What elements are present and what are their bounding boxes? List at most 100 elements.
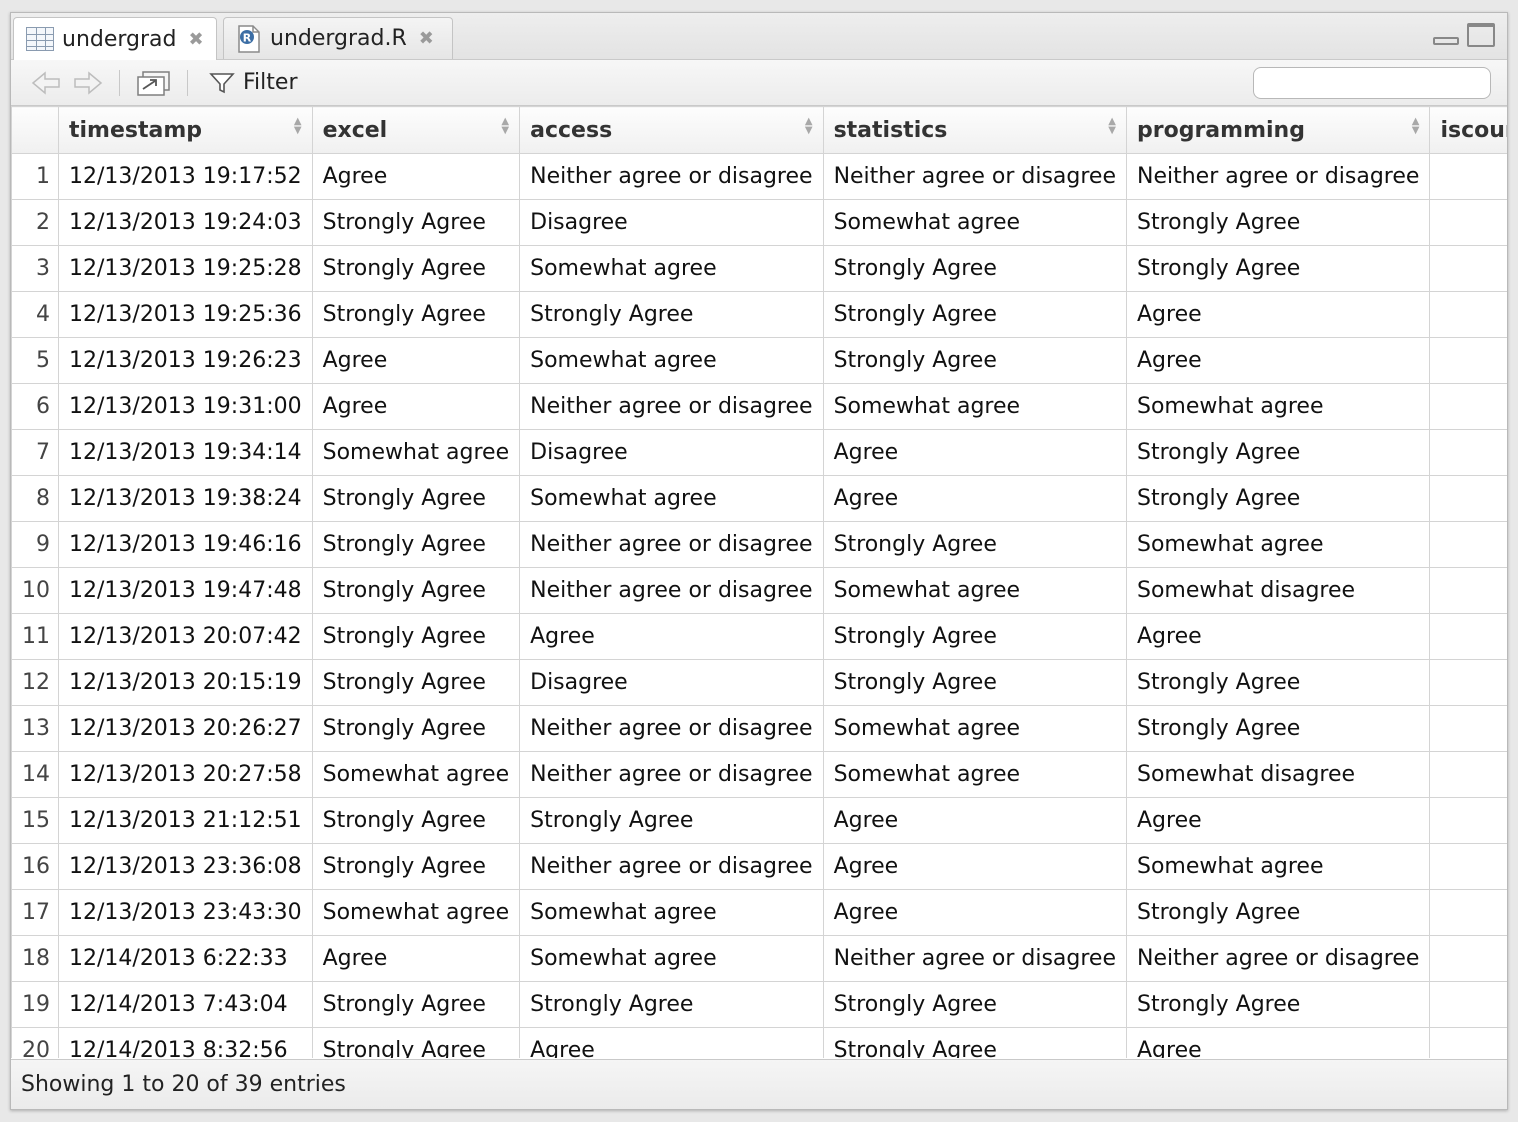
- row-number: 4: [11, 291, 59, 338]
- table-row[interactable]: 9 12/13/2013 19:46:16 Strongly Agree Neithe…: [11, 521, 1507, 568]
- cell-iscourse: 6: [1429, 337, 1507, 384]
- table-row[interactable]: 7 12/13/2013 19:34:14 Somewhat agree Disagr…: [11, 429, 1507, 476]
- cell-excel: Strongly Agree: [311, 291, 521, 338]
- cell-excel: Strongly Agree: [311, 659, 521, 706]
- cell-timestamp: 12/14/2013 7:43:04: [58, 981, 313, 1028]
- data-table: timestamp ▲ ▼ excel ▲ ▼ access ▲ ▼ statistics ▲ ▼ pr…: [11, 106, 1507, 1058]
- cell-iscourse: 1: [1429, 705, 1507, 752]
- cell-statistics: Somewhat agree: [822, 567, 1128, 614]
- cell-iscourse: 4: [1429, 889, 1507, 936]
- table-row[interactable]: 5 12/13/2013 19:26:23 Agree Somewhat agree S…: [11, 337, 1507, 384]
- close-tab-icon[interactable]: ✖: [189, 29, 204, 50]
- table-row[interactable]: 4 12/13/2013 19:25:36 Strongly Agree Strong…: [11, 291, 1507, 338]
- row-number: 5: [11, 337, 59, 384]
- search-input[interactable]: [1270, 71, 1506, 95]
- cell-timestamp: 12/13/2013 19:24:03: [58, 199, 313, 246]
- table-row[interactable]: 6 12/13/2013 19:31:00 Agree Neither agree o…: [11, 383, 1507, 430]
- table-row[interactable]: 8 12/13/2013 19:38:24 Strongly Agree Somewh…: [11, 475, 1507, 522]
- cell-statistics: Agree: [822, 889, 1128, 936]
- table-row[interactable]: 3 12/13/2013 19:25:28 Strongly Agree Somewh…: [11, 245, 1507, 292]
- sort-arrows-icon[interactable]: ▲ ▼: [294, 117, 302, 136]
- cell-access: Somewhat agree: [519, 935, 824, 982]
- cell-statistics: Strongly Agree: [822, 245, 1128, 292]
- cell-excel: Strongly Agree: [311, 521, 521, 568]
- cell-programming: Somewhat disagree: [1125, 751, 1431, 798]
- table-row[interactable]: 20 12/14/2013 8:32:56 Strongly Agree Agree S…: [11, 1027, 1507, 1058]
- cell-excel: Somewhat agree: [311, 889, 521, 936]
- popout-window-icon: [137, 70, 170, 96]
- column-header-label: programming: [1137, 117, 1305, 143]
- table-row[interactable]: 15 12/13/2013 21:12:51 Strongly Agree Stron…: [11, 797, 1507, 844]
- entries-status: Showing 1 to 20 of 39 entries: [21, 1072, 346, 1097]
- cell-iscourse: 1: [1429, 429, 1507, 476]
- cell-timestamp: 12/13/2013 19:26:23: [58, 337, 313, 384]
- search-box[interactable]: [1253, 67, 1506, 99]
- tab-undergrad-r[interactable]: R undergrad.R ✖: [223, 17, 453, 59]
- column-header-statistics[interactable]: statistics ▲ ▼: [822, 106, 1128, 154]
- filter-label: Filter: [243, 70, 298, 95]
- sort-arrows-icon[interactable]: ▲ ▼: [1412, 117, 1420, 136]
- cell-iscourse: 5: [1429, 1027, 1507, 1058]
- column-header-programming[interactable]: programming ▲ ▼: [1125, 106, 1431, 154]
- cell-iscourse: 7: [1429, 475, 1507, 522]
- minimize-icon[interactable]: [1433, 37, 1459, 45]
- row-number: 14: [11, 751, 59, 798]
- table-row[interactable]: 13 12/13/2013 20:26:27 Strongly Agree Neith…: [11, 705, 1507, 752]
- svg-text:R: R: [243, 31, 252, 44]
- table-row[interactable]: 2 12/13/2013 19:24:03 Strongly Agree Disagr…: [11, 199, 1507, 246]
- cell-statistics: Somewhat agree: [822, 383, 1128, 430]
- cell-statistics: Somewhat agree: [822, 199, 1128, 246]
- cell-access: Neither agree or disagree: [519, 153, 824, 200]
- sort-arrows-icon[interactable]: ▲ ▼: [501, 117, 509, 136]
- maximize-icon[interactable]: [1467, 23, 1495, 47]
- row-number: 13: [11, 705, 59, 752]
- cell-access: Neither agree or disagree: [519, 705, 824, 752]
- table-row[interactable]: 12 12/13/2013 20:15:19 Strongly Agree Disag…: [11, 659, 1507, 706]
- cell-iscourse: 1: [1429, 291, 1507, 338]
- sort-arrows-icon[interactable]: ▲ ▼: [805, 117, 813, 136]
- cell-excel: Strongly Agree: [311, 567, 521, 614]
- show-in-window-button[interactable]: [135, 60, 173, 105]
- back-button[interactable]: [31, 60, 61, 105]
- forward-button[interactable]: [73, 60, 103, 105]
- cell-iscourse: 3: [1429, 521, 1507, 568]
- cell-excel: Somewhat agree: [311, 429, 521, 476]
- filter-button[interactable]: Filter: [209, 60, 297, 105]
- row-number: 16: [11, 843, 59, 890]
- table-row[interactable]: 14 12/13/2013 20:27:58 Somewhat agree Neith…: [11, 751, 1507, 798]
- cell-access: Strongly Agree: [519, 981, 824, 1028]
- cell-excel: Strongly Agree: [311, 475, 521, 522]
- table-row[interactable]: 16 12/13/2013 23:36:08 Strongly Agree Neith…: [11, 843, 1507, 890]
- table-row[interactable]: 18 12/14/2013 6:22:33 Agree Somewhat agree N…: [11, 935, 1507, 982]
- cell-programming: Strongly Agree: [1125, 199, 1431, 246]
- row-number: 11: [11, 613, 59, 660]
- cell-iscourse: 5: [1429, 935, 1507, 982]
- cell-timestamp: 12/13/2013 19:25:28: [58, 245, 313, 292]
- cell-timestamp: 12/13/2013 19:34:14: [58, 429, 313, 476]
- cell-timestamp: 12/14/2013 6:22:33: [58, 935, 313, 982]
- cell-timestamp: 12/13/2013 23:36:08: [58, 843, 313, 890]
- table-row[interactable]: 11 12/13/2013 20:07:42 Strongly Agree Agree…: [11, 613, 1507, 660]
- column-header-timestamp[interactable]: timestamp ▲ ▼: [58, 106, 313, 154]
- cell-access: Neither agree or disagree: [519, 843, 824, 890]
- cell-access: Strongly Agree: [519, 797, 824, 844]
- column-header-access[interactable]: access ▲ ▼: [519, 106, 824, 154]
- tab-undergrad[interactable]: undergrad ✖: [13, 17, 217, 60]
- row-number: 20: [11, 1027, 59, 1058]
- column-header-excel[interactable]: excel ▲ ▼: [311, 106, 521, 154]
- sort-arrows-icon[interactable]: ▲ ▼: [1108, 117, 1116, 136]
- row-number-header: [11, 106, 59, 154]
- cell-statistics: Agree: [822, 797, 1128, 844]
- table-row[interactable]: 10 12/13/2013 19:47:48 Strongly Agree Neith…: [11, 567, 1507, 614]
- table-row[interactable]: 17 12/13/2013 23:43:30 Somewhat agree Somew…: [11, 889, 1507, 936]
- cell-iscourse: 4: [1429, 245, 1507, 292]
- cell-access: Somewhat agree: [519, 475, 824, 522]
- column-header-iscourse[interactable]: iscourse: [1429, 106, 1507, 154]
- close-tab-icon[interactable]: ✖: [419, 28, 434, 49]
- table-row[interactable]: 19 12/14/2013 7:43:04 Strongly Agree Strong…: [11, 981, 1507, 1028]
- cell-access: Agree: [519, 1027, 824, 1058]
- cell-iscourse: 5: [1429, 567, 1507, 614]
- row-number: 8: [11, 475, 59, 522]
- cell-programming: Strongly Agree: [1125, 705, 1431, 752]
- table-row[interactable]: 1 12/13/2013 19:17:52 Agree Neither agree o…: [11, 153, 1507, 200]
